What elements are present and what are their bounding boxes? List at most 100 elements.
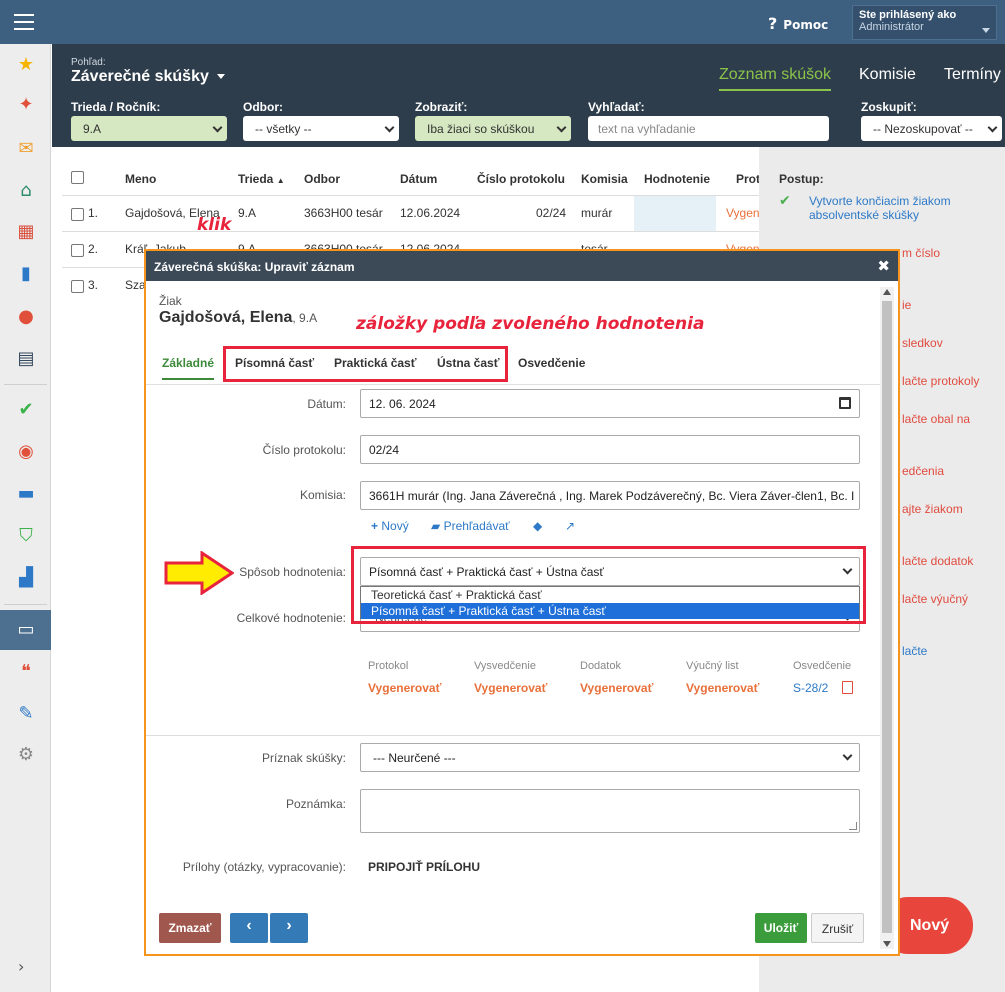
close-icon[interactable]: ✖ xyxy=(877,257,890,275)
user-menu[interactable]: Ste prihlásený ako Administrátor xyxy=(852,5,997,40)
gear-icon[interactable]: ⚙ xyxy=(15,744,37,766)
row-checkbox[interactable] xyxy=(71,244,84,257)
col-datum[interactable]: Dátum xyxy=(400,172,437,186)
hamburger-menu-icon[interactable] xyxy=(14,14,34,30)
zobrazit-select[interactable]: Iba žiaci so skúškou xyxy=(415,116,571,141)
shield-icon[interactable]: ⛉ xyxy=(15,525,37,547)
step-link[interactable]: ie xyxy=(902,298,911,312)
cancel-button[interactable]: Zrušiť xyxy=(811,913,864,943)
tab-zoznam-skusok[interactable]: Zoznam skúšok xyxy=(719,66,832,91)
pencil-icon[interactable]: ✎ xyxy=(15,703,37,725)
resize-grip-icon[interactable] xyxy=(849,822,857,830)
col-cislo-protokolu[interactable]: Číslo protokolu xyxy=(477,172,565,186)
view-selector[interactable]: Záverečné skúšky xyxy=(71,68,225,86)
step-link[interactable]: edčenia xyxy=(902,464,944,478)
open-book-icon[interactable]: ▭ xyxy=(15,619,37,641)
new-komisia-link[interactable]: + Nový xyxy=(371,519,409,533)
external-link-icon[interactable]: ↗ xyxy=(565,519,575,533)
step-link[interactable]: lačte výučný xyxy=(902,592,968,606)
modal-title: Záverečná skúška: Upraviť záznam ✖ xyxy=(146,251,898,281)
poznamka-textarea[interactable] xyxy=(360,789,860,833)
modal-scrollbar[interactable] xyxy=(880,287,894,949)
komisia-input[interactable]: 3661H murár (Ing. Jana Záverečná , Ing. … xyxy=(360,481,860,510)
priznak-select[interactable]: --- Neurčené --- xyxy=(360,743,860,772)
col-trieda[interactable]: Trieda ▲ xyxy=(238,172,285,186)
envelope-icon[interactable]: ✉ xyxy=(15,138,37,160)
search-input[interactable]: text na vyhľadanie xyxy=(588,116,829,141)
book-icon[interactable]: ▮ xyxy=(15,263,37,285)
eraser-icon[interactable]: ◆ xyxy=(533,519,542,533)
filter-label-vyhladat: Vyhľadať: xyxy=(588,100,645,114)
select-all-checkbox[interactable] xyxy=(71,171,84,184)
sposob-label: Spôsob hodnotenia: xyxy=(239,565,346,579)
doc-generate-vyucny-list[interactable]: Vygenerovať xyxy=(686,681,759,695)
check-circle-icon[interactable]: ✔ xyxy=(15,399,37,421)
tab-terminy[interactable]: Termíny xyxy=(944,66,1001,84)
step-link[interactable]: lačte obal na xyxy=(902,412,970,426)
delete-button[interactable]: Zmazať xyxy=(159,913,221,943)
step-link[interactable]: m číslo xyxy=(902,246,940,260)
briefcase-icon[interactable]: ▬ xyxy=(15,483,37,505)
chevron-down-icon xyxy=(556,122,567,133)
row-prot-link[interactable]: Vygen xyxy=(726,206,760,220)
prev-button[interactable]: ‹ xyxy=(230,913,268,943)
doc-generate-vysvedcenie[interactable]: Vygenerovať xyxy=(474,681,547,695)
scroll-thumb[interactable] xyxy=(882,301,892,933)
scroll-up-icon[interactable] xyxy=(883,289,891,295)
protokol-input[interactable]: 02/24 xyxy=(360,435,860,464)
chevron-right-icon[interactable]: › xyxy=(18,957,24,976)
doc-generate-protokol[interactable]: Vygenerovať xyxy=(368,681,441,695)
row-name[interactable]: Sza xyxy=(125,278,146,292)
bar-chart-icon[interactable]: ▟ xyxy=(15,567,37,589)
save-button[interactable]: Uložiť xyxy=(755,913,807,943)
help-link[interactable]: ? Pomoc xyxy=(768,14,828,33)
attach-file-link[interactable]: PRIPOJIŤ PRÍLOHU xyxy=(368,860,480,874)
step-link[interactable]: ajte žiakom xyxy=(902,502,963,516)
datum-input[interactable]: 12. 06. 2024 xyxy=(360,389,860,418)
step-link[interactable]: lačte xyxy=(902,644,927,658)
col-odbor[interactable]: Odbor xyxy=(304,172,340,186)
col-hodnotenie[interactable]: Hodnotenie xyxy=(644,172,710,186)
section-divider xyxy=(146,735,880,736)
a-plus-icon[interactable]: ◉ xyxy=(15,441,37,463)
calendar-icon[interactable]: ▤ xyxy=(15,348,37,370)
filter-label-trieda: Trieda / Ročník: xyxy=(71,100,161,114)
annotation-tabs-note: záložky podľa zvoleného hodnotenia xyxy=(356,314,705,334)
step-link[interactable]: sledkov xyxy=(902,336,943,350)
step-link-1[interactable]: Vytvorte končiacim žiakom absolventské s… xyxy=(809,194,989,222)
annotation-klik: klik xyxy=(197,215,232,235)
home-icon[interactable]: ⌂ xyxy=(15,180,37,202)
tab-osvedcenie[interactable]: Osvedčenie xyxy=(518,356,585,370)
col-prot[interactable]: Prot xyxy=(736,172,760,186)
col-komisia[interactable]: Komisia xyxy=(581,172,628,186)
step-link[interactable]: lačte dodatok xyxy=(902,554,973,568)
calendar-icon[interactable] xyxy=(839,397,851,409)
chevron-down-icon xyxy=(842,750,853,761)
pdf-icon[interactable] xyxy=(842,681,853,694)
doc-generate-dodatok[interactable]: Vygenerovať xyxy=(580,681,653,695)
star-icon[interactable]: ★ xyxy=(15,54,37,76)
odbor-select[interactable]: -- všetky -- xyxy=(243,116,399,141)
grid-icon[interactable]: ▦ xyxy=(15,221,37,243)
scroll-down-icon[interactable] xyxy=(883,941,891,947)
tab-komisie[interactable]: Komisie xyxy=(859,66,916,84)
doc-link-osvedcenie[interactable]: S-28/2 xyxy=(793,681,828,695)
trieda-select[interactable]: 9.A xyxy=(71,116,227,141)
poznamka-label: Poznámka: xyxy=(285,797,346,811)
row-checkbox[interactable] xyxy=(71,208,84,221)
next-button[interactable]: › xyxy=(270,913,308,943)
view-label: Pohľad: xyxy=(71,57,106,68)
zoskupit-select[interactable]: -- Nezoskupovať -- xyxy=(861,116,1002,141)
row-checkbox[interactable] xyxy=(71,280,84,293)
browse-komisia-link[interactable]: ▰ Prehľadávať xyxy=(431,519,510,533)
protokol-label: Číslo protokolu: xyxy=(262,443,346,457)
col-meno[interactable]: Meno xyxy=(125,172,156,186)
chat-icon[interactable]: ❝ xyxy=(15,661,37,683)
step-link[interactable]: lačte protokoly xyxy=(902,374,979,388)
table-row[interactable]: 1. Gajdošová, Elena 9.A 3663H00 tesár 12… xyxy=(62,195,760,232)
magic-wand-icon[interactable]: ✦ xyxy=(15,94,37,116)
celkove-label: Celkové hodnotenie: xyxy=(236,611,346,625)
filter-label-zoskupit: Zoskupiť: xyxy=(861,100,917,114)
user-icon[interactable]: ● xyxy=(15,306,37,328)
tab-zakladne[interactable]: Základné xyxy=(162,356,215,380)
